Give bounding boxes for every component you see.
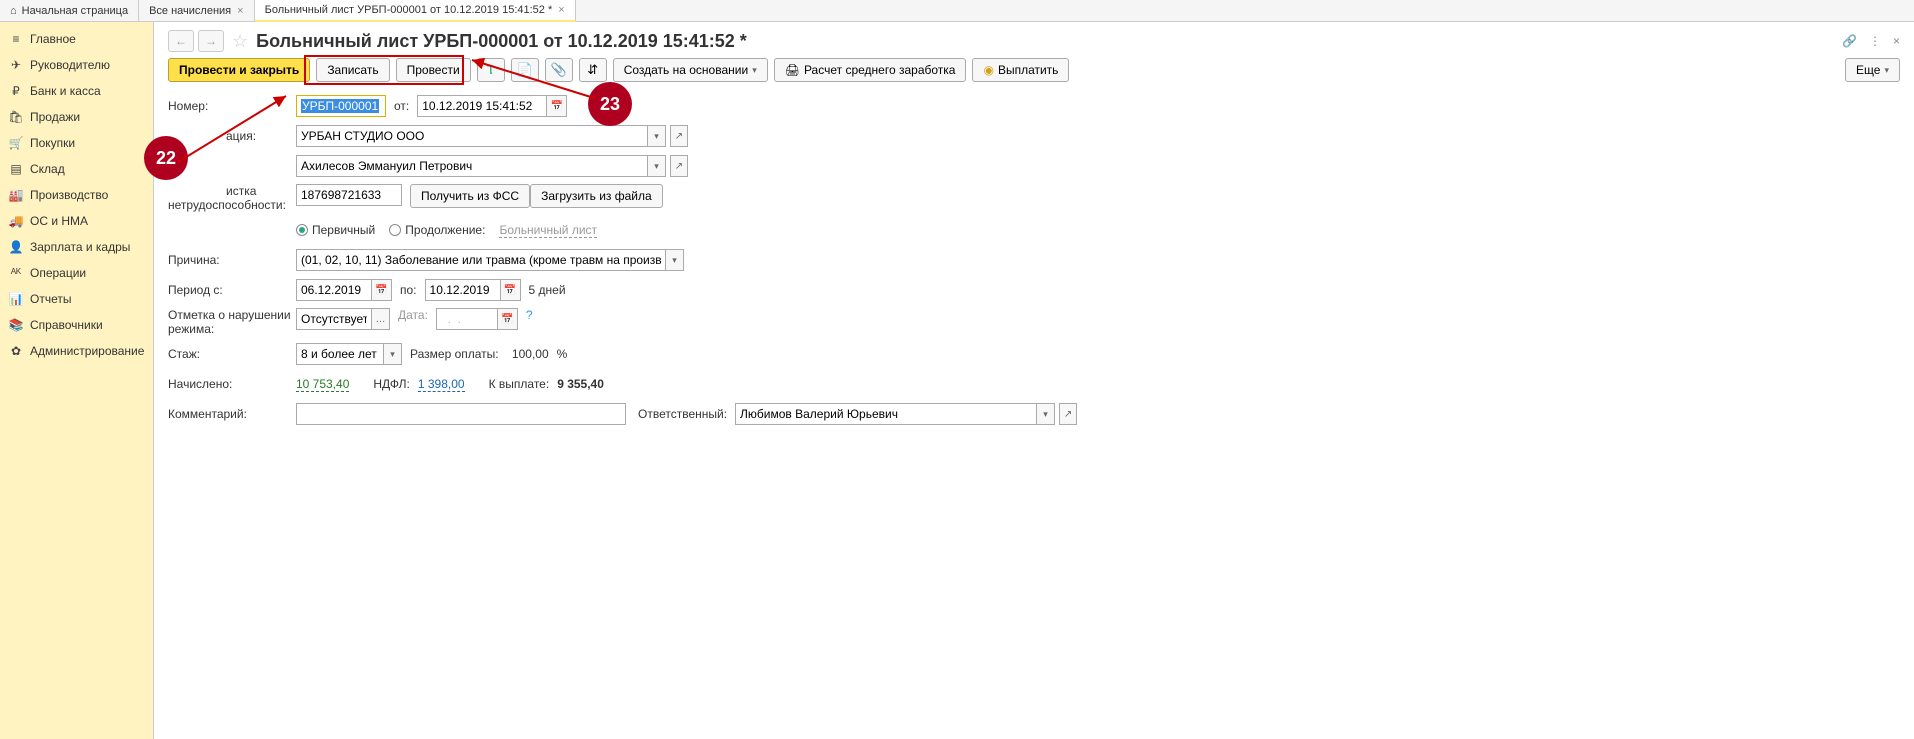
sidebar-item-salary[interactable]: 👤Зарплата и кадры (0, 234, 153, 260)
responsible-open[interactable]: ↗ (1059, 403, 1077, 425)
radio-continuation[interactable]: Продолжение: (389, 223, 485, 237)
callout-22: 22 (144, 136, 188, 180)
org-select[interactable]: ▾ (648, 125, 666, 147)
toolbar: Провести и закрыть Записать Провести Ⲧ 📄… (168, 58, 1900, 82)
ndfl-link[interactable]: 1 398,00 (418, 377, 465, 392)
sidebar-item-warehouse[interactable]: ▤Склад (0, 156, 153, 182)
ln-input[interactable] (296, 184, 402, 206)
tab-sick-leave[interactable]: Больничный лист УРБП-000001 от 10.12.201… (255, 0, 576, 22)
calendar-icon[interactable]: 📅 (547, 95, 567, 117)
comment-label: Комментарий: (168, 407, 296, 421)
employee-open[interactable]: ↗ (670, 155, 688, 177)
reason-select[interactable]: ▾ (666, 249, 684, 271)
violation-label: Отметка о нарушениирежима: (168, 308, 296, 336)
responsible-input[interactable] (735, 403, 1037, 425)
tab-all-accruals[interactable]: Все начисления× (139, 0, 255, 22)
stage-input[interactable] (296, 343, 384, 365)
reason-label: Причина: (168, 253, 296, 267)
responsible-select[interactable]: ▾ (1037, 403, 1055, 425)
sidebar-item-os-nma[interactable]: 🚚ОС и НМА (0, 208, 153, 234)
link-icon[interactable]: 🔗 (1842, 34, 1857, 48)
calendar-icon[interactable]: 📅 (501, 279, 521, 301)
help-icon[interactable]: ? (526, 308, 533, 322)
employee-select[interactable]: ▾ (648, 155, 666, 177)
create-based-button[interactable]: Создать на основании (613, 58, 768, 82)
number-label: Номер: (168, 99, 296, 113)
callout-23: 23 (588, 82, 632, 126)
get-fss-button[interactable]: Получить из ФСС (410, 184, 530, 208)
sidebar-item-main[interactable]: ≡Главное (0, 26, 153, 52)
close-pane-icon[interactable]: × (1893, 34, 1900, 48)
ndfl-label: НДФЛ: (373, 377, 409, 391)
org-input[interactable] (296, 125, 648, 147)
stage-label: Стаж: (168, 347, 296, 361)
period-days: 5 дней (529, 283, 566, 297)
sidebar-item-reports[interactable]: 📊Отчеты (0, 286, 153, 312)
sidebar-item-manager[interactable]: ✈Руководителю (0, 52, 153, 78)
post-button[interactable]: Провести (396, 58, 471, 82)
sidebar-item-sales[interactable]: 🛍Продажи (0, 104, 153, 130)
accrued-link[interactable]: 10 753,40 (296, 377, 349, 392)
org-label: ация: (168, 129, 296, 143)
tab-bar: ⌂Начальная страница Все начисления× Боль… (0, 0, 1914, 22)
period-to-label: по: (400, 283, 417, 297)
tab-home[interactable]: ⌂Начальная страница (0, 0, 139, 22)
topay-label: К выплате: (489, 377, 550, 391)
period-label: Период с: (168, 283, 296, 297)
from-label: от: (394, 99, 409, 113)
sidebar-item-operations[interactable]: ᴬᴷОперации (0, 260, 153, 286)
topay-value: 9 355,40 (557, 377, 604, 391)
sidebar-item-catalogs[interactable]: 📚Справочники (0, 312, 153, 338)
more-button[interactable]: Еще (1845, 58, 1900, 82)
calc-avg-button[interactable]: 🖨Расчет среднего заработка (774, 58, 967, 82)
kebab-icon[interactable]: ⋮ (1869, 34, 1881, 48)
load-file-button[interactable]: Загрузить из файла (530, 184, 663, 208)
accrued-label: Начислено: (168, 377, 296, 391)
post-close-button[interactable]: Провести и закрыть (168, 58, 310, 82)
pay-size-value: 100,00 (507, 347, 549, 361)
period-to-input[interactable] (425, 279, 501, 301)
percent: % (557, 347, 568, 361)
violation-select[interactable]: … (372, 308, 390, 330)
pay-button[interactable]: ◉Выплатить (972, 58, 1069, 82)
attach-icon[interactable]: 📎 (545, 58, 573, 82)
stage-select[interactable]: ▾ (384, 343, 402, 365)
structure-icon[interactable]: ⇵ (579, 58, 607, 82)
back-button[interactable]: ← (168, 30, 194, 52)
content-pane: ← → ☆ Больничный лист УРБП-000001 от 10.… (154, 22, 1914, 739)
date-input[interactable] (417, 95, 547, 117)
calendar-icon[interactable]: 📅 (498, 308, 518, 330)
violation-date-label: Дата: (398, 308, 428, 322)
sick-link[interactable]: Больничный лист (499, 223, 597, 238)
responsible-label: Ответственный: (638, 407, 727, 421)
sidebar-item-bank[interactable]: ₽Банк и касса (0, 78, 153, 104)
sidebar: ≡Главное ✈Руководителю ₽Банк и касса 🛍Пр… (0, 22, 154, 739)
sidebar-item-production[interactable]: 🏭Производство (0, 182, 153, 208)
violation-date-input[interactable] (436, 308, 498, 330)
close-icon[interactable]: × (237, 5, 243, 17)
employee-input[interactable] (296, 155, 648, 177)
save-button[interactable]: Записать (316, 58, 389, 82)
comment-input[interactable] (296, 403, 626, 425)
print-icon[interactable]: 📄 (511, 58, 539, 82)
period-from-input[interactable] (296, 279, 372, 301)
close-icon[interactable]: × (558, 4, 564, 16)
favorite-icon[interactable]: ☆ (232, 31, 248, 52)
ln-label: истка нетрудоспособности: (168, 184, 296, 212)
org-open[interactable]: ↗ (670, 125, 688, 147)
page-title: Больничный лист УРБП-000001 от 10.12.201… (256, 31, 747, 52)
calendar-icon[interactable]: 📅 (372, 279, 392, 301)
sidebar-item-admin[interactable]: ✿Администрирование (0, 338, 153, 364)
radio-primary[interactable]: Первичный (296, 223, 375, 237)
reason-input[interactable] (296, 249, 666, 271)
violation-input[interactable] (296, 308, 372, 330)
dt-kt-icon[interactable]: Ⲧ (477, 58, 505, 82)
sidebar-item-purchases[interactable]: 🛒Покупки (0, 130, 153, 156)
pay-size-label: Размер оплаты: (410, 347, 499, 361)
number-input[interactable]: УРБП-000001 (296, 95, 386, 117)
forward-button[interactable]: → (198, 30, 224, 52)
